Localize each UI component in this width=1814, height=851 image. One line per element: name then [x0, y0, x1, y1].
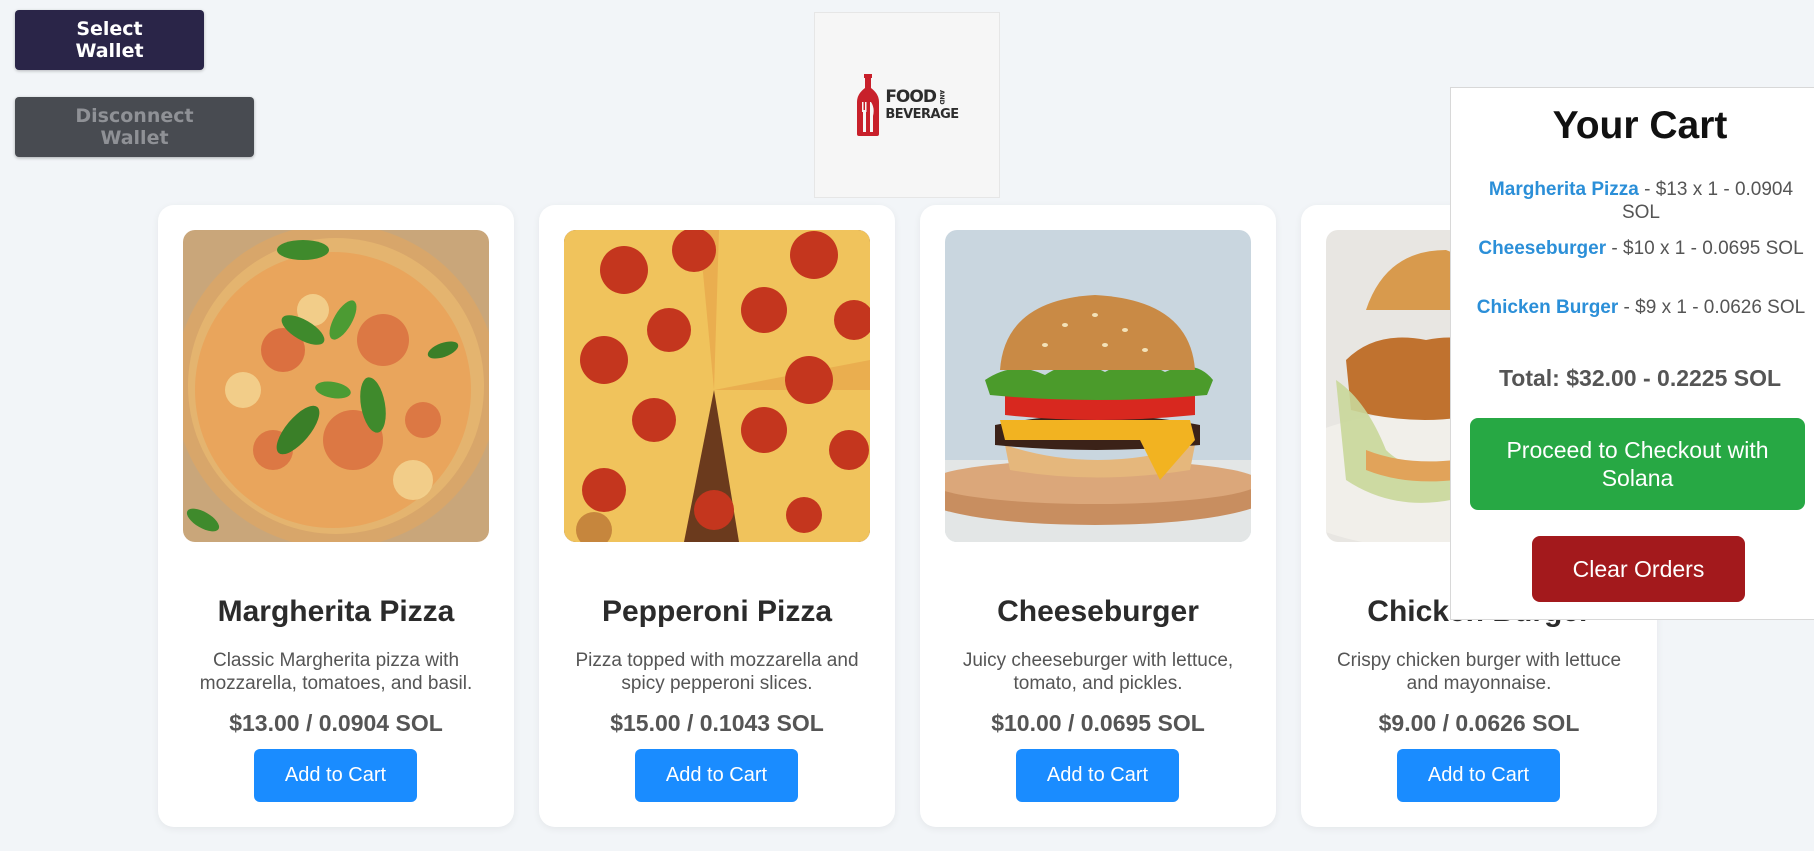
cart-title: Your Cart — [1552, 104, 1728, 147]
add-to-cart-button[interactable]: Add to Cart — [254, 749, 417, 802]
logo-word-food: FOOD — [885, 87, 937, 107]
product-price: $13.00 / 0.0904 SOL — [229, 710, 443, 736]
product-title: Margherita Pizza — [217, 595, 455, 628]
logo-wordmark: FOOD AND BEVERAGE — [885, 87, 959, 122]
disconnect-wallet-button[interactable]: Disconnect Wallet — [15, 97, 254, 157]
product-card-margherita-pizza: Margherita Pizza Classic Margherita pizz… — [158, 205, 514, 827]
product-card-pepperoni-pizza: Pepperoni Pizza Pizza topped with mozzar… — [539, 205, 895, 827]
cheeseburger-image — [945, 230, 1251, 542]
cart-item-name[interactable]: Chicken Burger — [1477, 297, 1618, 318]
product-price: $9.00 / 0.0626 SOL — [1378, 710, 1580, 736]
product-description: Crispy chicken burger with lettuce and m… — [1336, 650, 1622, 694]
logo: FOOD AND BEVERAGE — [814, 12, 1000, 198]
cart-total: Total: $32.00 - 0.2225 SOL — [1498, 365, 1782, 391]
product-title: Cheeseburger — [997, 595, 1199, 628]
cart-item: Margherita Pizza - $13 x 1 - 0.0904 SOL — [1469, 178, 1813, 224]
select-wallet-button[interactable]: Select Wallet — [15, 10, 204, 70]
pepperoni-pizza-image — [564, 230, 870, 542]
cart-item: Chicken Burger - $9 x 1 - 0.0626 SOL — [1469, 296, 1813, 319]
cart-item-detail: - $9 x 1 - 0.0626 SOL — [1618, 297, 1806, 318]
cart-item: Cheeseburger - $10 x 1 - 0.0695 SOL — [1469, 237, 1813, 260]
margherita-pizza-image — [183, 230, 489, 542]
bottle-fork-knife-icon — [857, 74, 880, 136]
product-price: $15.00 / 0.1043 SOL — [610, 710, 824, 736]
cart-item-name[interactable]: Cheeseburger — [1478, 238, 1606, 259]
cart-item-detail: - $10 x 1 - 0.0695 SOL — [1606, 238, 1804, 259]
product-description: Juicy cheeseburger with lettuce, tomato,… — [962, 650, 1234, 694]
cart-panel: Your Cart Margherita Pizza - $13 x 1 - 0… — [1450, 87, 1814, 620]
add-to-cart-button[interactable]: Add to Cart — [635, 749, 798, 802]
product-title: Pepperoni Pizza — [601, 595, 833, 628]
cart-item-detail: - $13 x 1 - 0.0904 SOL — [1621, 179, 1794, 223]
product-description: Classic Margherita pizza with mozzarella… — [199, 650, 473, 694]
product-card-cheeseburger: Cheeseburger Juicy cheeseburger with let… — [920, 205, 1276, 827]
cart-item-name[interactable]: Margherita Pizza — [1489, 179, 1639, 200]
product-price: $10.00 / 0.0695 SOL — [991, 710, 1205, 736]
logo-word-beverage: BEVERAGE — [885, 107, 959, 122]
checkout-with-solana-button[interactable]: Proceed to Checkout with Solana — [1470, 418, 1805, 510]
logo-word-and: AND — [937, 90, 945, 105]
clear-orders-button[interactable]: Clear Orders — [1532, 536, 1745, 602]
product-description: Pizza topped with mozzarella and spicy p… — [575, 650, 859, 694]
add-to-cart-button[interactable]: Add to Cart — [1016, 749, 1179, 802]
add-to-cart-button[interactable]: Add to Cart — [1397, 749, 1560, 802]
